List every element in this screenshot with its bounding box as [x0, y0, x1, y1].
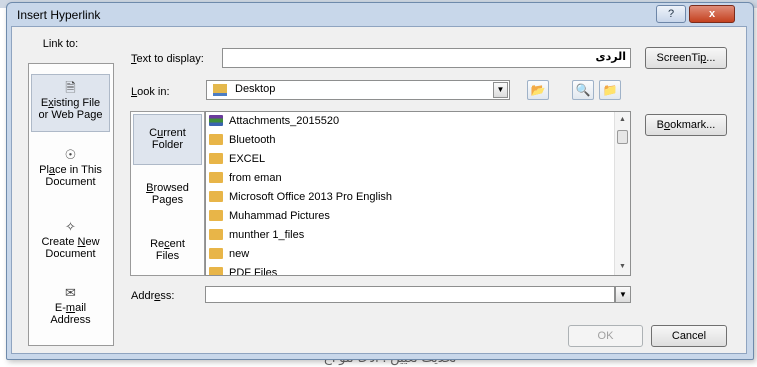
list-item[interactable]: Attachments_2015520	[209, 112, 339, 131]
email-icon: ✉	[65, 285, 76, 300]
look-in-label: Look in:	[131, 86, 170, 98]
up-folder-button[interactable]: 📂	[527, 80, 549, 100]
dialog-title: Insert Hyperlink	[17, 8, 101, 22]
browse-web-icon: 🔍	[575, 83, 591, 97]
scroll-thumb[interactable]	[617, 130, 628, 144]
place-current-folder[interactable]: Current Folder	[133, 114, 202, 165]
look-in-dropdown[interactable]: Desktop ▼	[206, 80, 510, 100]
address-label: Address:	[131, 290, 175, 302]
folder-icon	[209, 171, 223, 183]
screentip-button[interactable]: ScreenTip...	[645, 47, 727, 69]
list-item[interactable]: Bluetooth	[209, 131, 275, 150]
folder-icon	[209, 152, 223, 164]
folder-icon	[209, 133, 223, 145]
browse-file-button[interactable]: 📁	[599, 80, 621, 100]
list-item[interactable]: Muhammad Pictures	[209, 207, 330, 226]
text-to-display-label: Text to display:	[131, 53, 204, 65]
text-to-display-input[interactable]: الردى	[222, 48, 631, 68]
folder-icon	[209, 228, 223, 240]
scroll-up-icon[interactable]: ▲	[615, 112, 630, 128]
bookmark-button[interactable]: Bookmark...	[645, 114, 727, 136]
new-document-icon: ✧	[65, 219, 76, 234]
link-existing-file[interactable]: 🗎 Existing File or Web Page	[31, 74, 110, 132]
browse-file-icon: 📁	[602, 83, 618, 97]
link-email-address[interactable]: ✉ E-mail Address	[31, 280, 110, 332]
existing-file-icon: 🗎	[65, 80, 76, 95]
archive-icon	[209, 114, 223, 126]
place-in-document-icon: ☉	[64, 147, 77, 162]
places-panel: Current Folder Browsed Pages Recent File…	[130, 111, 205, 276]
address-input[interactable]	[205, 286, 615, 303]
place-recent-files[interactable]: Recent Files	[133, 226, 202, 270]
folder-icon	[209, 266, 223, 275]
link-existing-file-line2: or Web Page	[38, 109, 103, 121]
place-browsed-pages[interactable]: Browsed Pages	[133, 170, 202, 214]
list-item[interactable]: Microsoft Office 2013 Pro English	[209, 188, 392, 207]
link-email-address-line2: Address	[50, 314, 91, 326]
link-to-panel: 🗎 Existing File or Web Page ☉ Place in T…	[28, 63, 114, 346]
list-item[interactable]: munther 1_files	[209, 226, 304, 245]
list-item[interactable]: from eman	[209, 169, 282, 188]
address-dropdown-icon[interactable]: ▼	[615, 286, 631, 303]
folder-icon	[209, 247, 223, 259]
link-place-in-document[interactable]: ☉ Place in This Document	[31, 142, 110, 194]
list-item[interactable]: PDF Files	[209, 264, 277, 275]
close-button[interactable]: x	[689, 5, 735, 23]
chevron-down-icon[interactable]: ▼	[493, 82, 508, 98]
link-create-new-document[interactable]: ✧ Create New Document	[31, 214, 110, 266]
browse-web-button[interactable]: 🔍	[572, 80, 594, 100]
ok-button[interactable]: OK	[568, 325, 643, 347]
cancel-button[interactable]: Cancel	[651, 325, 727, 347]
file-list-scrollbar[interactable]: ▲ ▼	[614, 112, 630, 275]
folder-icon	[209, 190, 223, 202]
link-to-label: Link to:	[42, 38, 79, 50]
list-item[interactable]: new	[209, 245, 249, 264]
help-button[interactable]: ?	[656, 5, 686, 23]
link-place-in-document-line2: Document	[45, 176, 96, 188]
look-in-value: Desktop	[235, 83, 276, 95]
folder-icon	[209, 209, 223, 221]
list-item[interactable]: EXCEL	[209, 150, 265, 169]
up-folder-icon: 📂	[530, 83, 546, 97]
link-create-new-document-line2: Document	[45, 248, 96, 260]
file-list[interactable]: Attachments_2015520 Bluetooth EXCEL from…	[205, 111, 631, 276]
desktop-folder-icon	[213, 84, 227, 96]
scroll-down-icon[interactable]: ▼	[615, 259, 630, 275]
title-bar[interactable]: Insert Hyperlink ? x	[7, 3, 753, 27]
